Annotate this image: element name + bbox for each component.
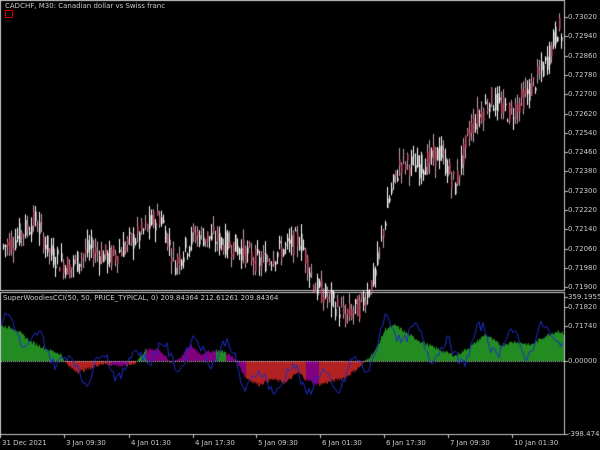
- time-axis-label: 7 Jan 09:30: [450, 439, 490, 447]
- price-axis-label: 0.72300: [568, 186, 597, 195]
- price-axis-label: 0.71980: [568, 263, 597, 272]
- indicator-title: SuperWoodiesCCI(50, 50, PRICE_TYPICAL, 0…: [3, 294, 279, 302]
- price-axis-label: 0.71740: [568, 321, 597, 330]
- time-axis-label: 31 Dec 2021: [2, 439, 47, 447]
- time-axis-label: 4 Jan 01:30: [131, 439, 171, 447]
- price-axis-label: 0.72060: [568, 244, 597, 253]
- time-axis-label: 3 Jan 09:30: [66, 439, 106, 447]
- price-axis-label: 0.72220: [568, 206, 597, 214]
- price-axis-label: 0.72460: [568, 148, 597, 157]
- price-axis-label: 0.72620: [568, 109, 597, 118]
- indicator-axis-label: -398.47499: [568, 430, 600, 438]
- chart-title: CADCHF, M30: Canadian dollar vs Swiss fr…: [5, 2, 166, 10]
- price-axis-label: 0.72860: [568, 51, 597, 60]
- price-axis-label: 0.72380: [568, 167, 597, 176]
- time-axis-label: 6 Jan 01:30: [322, 439, 362, 447]
- time-axis-label: 5 Jan 09:30: [258, 439, 298, 447]
- price-axis-label: 0.72540: [568, 128, 597, 137]
- price-axis-label: 0.72140: [568, 225, 597, 234]
- price-axis-label: 0.72700: [568, 90, 597, 99]
- price-axis-label: 0.72780: [568, 70, 597, 79]
- price-axis-label: 0.71820: [568, 302, 597, 311]
- time-axis-label: 6 Jan 17:30: [386, 439, 426, 447]
- one-click-trading-icon[interactable]: [5, 10, 13, 18]
- indicator-axis-label: 0.00000: [568, 357, 597, 365]
- time-axis-label: 4 Jan 17:30: [195, 439, 235, 447]
- time-axis-label: 10 Jan 01:30: [514, 439, 559, 447]
- price-axis-label: 0.72940: [568, 32, 597, 41]
- price-axis-label: 0.73020: [568, 13, 597, 21]
- indicator-axis-label: 359.19552: [568, 293, 600, 301]
- price-chart-canvas[interactable]: [0, 0, 600, 450]
- price-axis-label: 0.71900: [568, 283, 597, 292]
